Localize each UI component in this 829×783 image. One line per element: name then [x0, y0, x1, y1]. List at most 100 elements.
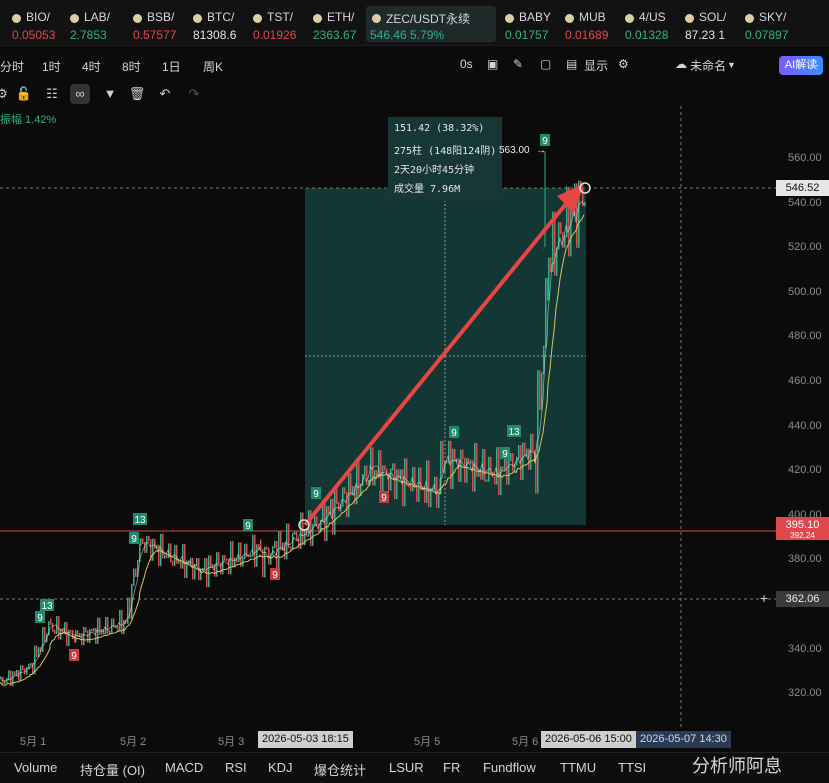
- ticker-price: 2363.67: [313, 28, 357, 42]
- ticker-8[interactable]: MUB 0.01689: [565, 6, 623, 42]
- chevron-down-icon[interactable]: ▼: [727, 60, 736, 70]
- interval-1h[interactable]: 1时: [42, 58, 61, 75]
- y-tick: 420.00: [788, 464, 822, 477]
- indicator-lsur[interactable]: LSUR: [389, 760, 424, 775]
- indicator-oi[interactable]: 持仓量 (OI): [80, 760, 145, 779]
- coin-icon: [253, 14, 262, 23]
- td-label: 9: [451, 428, 457, 439]
- candle: [4, 680, 6, 685]
- ticker-3[interactable]: BTC/81308.6: [193, 6, 251, 42]
- candle: [244, 543, 246, 560]
- arrow-right-icon: →: [536, 145, 546, 156]
- ticker-10[interactable]: SOL/87.23 1: [685, 6, 743, 42]
- candle: [85, 627, 87, 633]
- price-axis[interactable]: 560.00 540.00 520.00 500.00 480.00 460.00 440.…: [776, 106, 829, 728]
- support-price-badge: 395.10: [776, 517, 829, 533]
- candle: [416, 486, 418, 502]
- gear-icon[interactable]: ⚙: [0, 84, 12, 104]
- coin-icon: [505, 14, 514, 23]
- ticker-9[interactable]: 4/US 0.01328: [625, 6, 683, 42]
- interval-8h[interactable]: 8时: [122, 58, 141, 75]
- drawing-toolbar: ⚙ 🔓 ☷ ∞ ▼ 🗑 ↶ ↷: [0, 84, 829, 106]
- ticker-4[interactable]: TST/0.01926: [253, 6, 311, 42]
- indicator-macd[interactable]: MACD: [165, 760, 203, 775]
- y-tick: 540.00: [788, 196, 822, 209]
- candle: [154, 538, 156, 549]
- candle: [584, 201, 586, 207]
- candle: [560, 222, 562, 235]
- candle: [418, 467, 420, 502]
- layout-name[interactable]: 未命名: [690, 57, 726, 74]
- display-icon[interactable]: ▤: [566, 57, 577, 71]
- candle: [494, 475, 496, 485]
- indicator-liquidation[interactable]: 爆仓统计: [314, 760, 366, 779]
- candle: [262, 548, 264, 578]
- candle: [452, 448, 454, 489]
- candle: [208, 555, 210, 588]
- candle: [346, 491, 348, 518]
- range-start-badge: 2026-05-03 18:15: [258, 731, 353, 748]
- interval-time-share[interactable]: 分时: [0, 58, 24, 75]
- candle: [438, 492, 440, 508]
- candle: [410, 485, 412, 492]
- indicator-ttsi[interactable]: TTSI: [618, 760, 646, 775]
- current-price-badge: 546.52: [776, 180, 829, 196]
- magnet-icon[interactable]: ∞: [70, 84, 90, 104]
- candle: [210, 555, 212, 569]
- ticker-2[interactable]: BSB/0.57577: [133, 6, 191, 42]
- ticker-bar: BIO/0.05053 LAB/2.7853 BSB/0.57577 BTC/8130…: [0, 0, 829, 46]
- indicator-kdj[interactable]: KDJ: [268, 760, 293, 775]
- add-alert-icon[interactable]: +: [760, 590, 768, 606]
- td-label: 9: [245, 521, 251, 532]
- indicator-ttmu[interactable]: TTMU: [560, 760, 596, 775]
- pencil-icon[interactable]: ✎: [513, 57, 523, 71]
- range-end-badge: 2026-05-06 15:00: [541, 731, 636, 748]
- interval-4h[interactable]: 4时: [82, 58, 101, 75]
- trash-icon[interactable]: 🗑: [127, 84, 147, 104]
- candle: [334, 488, 336, 535]
- support-price-sub-badge: 392.24: [776, 532, 829, 540]
- candle: [93, 628, 95, 632]
- redo-icon[interactable]: ↷: [184, 84, 204, 104]
- indicator-rsi[interactable]: RSI: [225, 760, 247, 775]
- candle: [91, 628, 93, 632]
- refresh-time[interactable]: 0s: [460, 57, 473, 71]
- ticker-symbol: SKY/: [759, 10, 787, 24]
- candle: [522, 442, 524, 480]
- ticker-11[interactable]: SKY/0.07897: [745, 6, 803, 42]
- filter-icon[interactable]: ▼: [100, 84, 120, 104]
- candle: [466, 458, 468, 483]
- more-icon[interactable]: ⋯: [806, 57, 820, 74]
- ticker-7[interactable]: BABY 0.01757: [505, 6, 563, 42]
- undo-icon[interactable]: ↶: [155, 84, 175, 104]
- y-tick: 500.00: [788, 285, 822, 298]
- ticker-1[interactable]: LAB/2.7853: [70, 6, 128, 42]
- settings-icon[interactable]: ⚙: [618, 57, 629, 71]
- candle: [268, 547, 270, 565]
- coin-icon: [193, 14, 202, 23]
- candle: [368, 479, 370, 486]
- lock-icon[interactable]: 🔓: [14, 84, 34, 104]
- candle: [230, 541, 232, 575]
- indicator-fr[interactable]: FR: [443, 760, 460, 775]
- y-tick: 480.00: [788, 330, 822, 343]
- candle: [194, 563, 196, 580]
- ticker-5[interactable]: ETH/2363.67: [313, 6, 371, 42]
- candle: [462, 449, 464, 460]
- indicator-fundflow[interactable]: Fundflow: [483, 760, 536, 775]
- camera-icon[interactable]: ▣: [487, 57, 498, 71]
- interval-1d[interactable]: 1日: [162, 58, 181, 75]
- template-icon[interactable]: ☷: [42, 84, 62, 104]
- ticker-6[interactable]: ZEC/USDT永续 546.46 5.79%: [366, 6, 496, 42]
- indicator-volume[interactable]: Volume: [14, 760, 57, 775]
- candle: [394, 463, 396, 500]
- candle: [406, 458, 408, 487]
- interval-1w[interactable]: 周K: [203, 58, 223, 75]
- candle: [272, 546, 274, 556]
- display-button[interactable]: 显示: [584, 57, 608, 74]
- expand-icon[interactable]: ▢: [540, 57, 551, 71]
- cloud-icon[interactable]: ☁: [675, 57, 687, 71]
- candle: [296, 531, 298, 541]
- ticker-0[interactable]: BIO/0.05053: [12, 6, 70, 42]
- ticker-price: 2.7853: [70, 28, 107, 42]
